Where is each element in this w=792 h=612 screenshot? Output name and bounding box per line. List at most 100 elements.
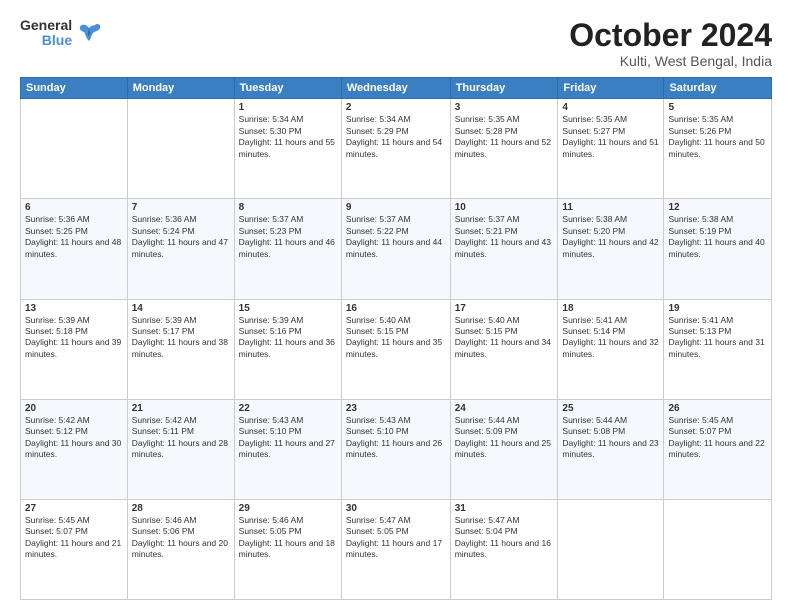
calendar-cell: 27Sunrise: 5:45 AMSunset: 5:07 PMDayligh… bbox=[21, 499, 128, 599]
cell-info: Sunset: 5:27 PM bbox=[562, 126, 659, 137]
cell-info: Sunrise: 5:39 AM bbox=[239, 315, 337, 326]
calendar-cell: 31Sunrise: 5:47 AMSunset: 5:04 PMDayligh… bbox=[450, 499, 558, 599]
calendar-cell: 1Sunrise: 5:34 AMSunset: 5:30 PMDaylight… bbox=[234, 99, 341, 199]
cell-info: Daylight: 11 hours and 28 minutes. bbox=[132, 438, 230, 461]
cell-info: Sunrise: 5:35 AM bbox=[455, 114, 554, 125]
calendar-cell: 21Sunrise: 5:42 AMSunset: 5:11 PMDayligh… bbox=[127, 399, 234, 499]
day-number: 15 bbox=[239, 303, 337, 314]
day-number: 17 bbox=[455, 303, 554, 314]
cell-info: Sunset: 5:30 PM bbox=[239, 126, 337, 137]
logo-bird-icon bbox=[75, 19, 103, 47]
cell-info: Daylight: 11 hours and 34 minutes. bbox=[455, 337, 554, 360]
cell-info: Daylight: 11 hours and 55 minutes. bbox=[239, 137, 337, 160]
day-number: 16 bbox=[346, 303, 446, 314]
calendar-cell: 15Sunrise: 5:39 AMSunset: 5:16 PMDayligh… bbox=[234, 299, 341, 399]
day-number: 20 bbox=[25, 403, 123, 414]
calendar-cell: 24Sunrise: 5:44 AMSunset: 5:09 PMDayligh… bbox=[450, 399, 558, 499]
cell-info: Daylight: 11 hours and 46 minutes. bbox=[239, 237, 337, 260]
cell-info: Sunset: 5:12 PM bbox=[25, 426, 123, 437]
cell-info: Sunset: 5:14 PM bbox=[562, 326, 659, 337]
calendar-cell: 8Sunrise: 5:37 AMSunset: 5:23 PMDaylight… bbox=[234, 199, 341, 299]
cell-info: Sunrise: 5:40 AM bbox=[346, 315, 446, 326]
calendar-cell: 6Sunrise: 5:36 AMSunset: 5:25 PMDaylight… bbox=[21, 199, 128, 299]
day-number: 27 bbox=[25, 503, 123, 514]
cell-info: Sunset: 5:10 PM bbox=[239, 426, 337, 437]
calendar-cell: 17Sunrise: 5:40 AMSunset: 5:15 PMDayligh… bbox=[450, 299, 558, 399]
cell-info: Sunrise: 5:46 AM bbox=[239, 515, 337, 526]
cell-info: Sunrise: 5:42 AM bbox=[25, 415, 123, 426]
cell-info: Sunset: 5:05 PM bbox=[346, 526, 446, 537]
cell-info: Sunset: 5:20 PM bbox=[562, 226, 659, 237]
cell-info: Daylight: 11 hours and 25 minutes. bbox=[455, 438, 554, 461]
calendar-cell: 28Sunrise: 5:46 AMSunset: 5:06 PMDayligh… bbox=[127, 499, 234, 599]
cell-info: Daylight: 11 hours and 16 minutes. bbox=[455, 538, 554, 561]
calendar-cell: 3Sunrise: 5:35 AMSunset: 5:28 PMDaylight… bbox=[450, 99, 558, 199]
cell-info: Sunset: 5:15 PM bbox=[455, 326, 554, 337]
cell-info: Daylight: 11 hours and 44 minutes. bbox=[346, 237, 446, 260]
calendar-cell: 13Sunrise: 5:39 AMSunset: 5:18 PMDayligh… bbox=[21, 299, 128, 399]
day-number: 4 bbox=[562, 102, 659, 113]
calendar-page: General Blue October 2024 Kulti, West Be… bbox=[0, 0, 792, 612]
col-friday: Friday bbox=[558, 78, 664, 99]
cell-info: Sunrise: 5:37 AM bbox=[239, 214, 337, 225]
cell-info: Sunset: 5:19 PM bbox=[668, 226, 767, 237]
cell-info: Sunset: 5:05 PM bbox=[239, 526, 337, 537]
day-number: 29 bbox=[239, 503, 337, 514]
calendar-cell bbox=[558, 499, 664, 599]
col-sunday: Sunday bbox=[21, 78, 128, 99]
location: Kulti, West Bengal, India bbox=[569, 53, 772, 69]
cell-info: Sunrise: 5:41 AM bbox=[668, 315, 767, 326]
cell-info: Sunset: 5:16 PM bbox=[239, 326, 337, 337]
header: General Blue October 2024 Kulti, West Be… bbox=[20, 18, 772, 69]
calendar-cell: 2Sunrise: 5:34 AMSunset: 5:29 PMDaylight… bbox=[341, 99, 450, 199]
cell-info: Daylight: 11 hours and 27 minutes. bbox=[239, 438, 337, 461]
day-number: 31 bbox=[455, 503, 554, 514]
col-tuesday: Tuesday bbox=[234, 78, 341, 99]
cell-info: Sunrise: 5:38 AM bbox=[562, 214, 659, 225]
cell-info: Daylight: 11 hours and 40 minutes. bbox=[668, 237, 767, 260]
col-monday: Monday bbox=[127, 78, 234, 99]
cell-info: Daylight: 11 hours and 20 minutes. bbox=[132, 538, 230, 561]
calendar-cell: 5Sunrise: 5:35 AMSunset: 5:26 PMDaylight… bbox=[664, 99, 772, 199]
week-row-1: 6Sunrise: 5:36 AMSunset: 5:25 PMDaylight… bbox=[21, 199, 772, 299]
cell-info: Sunset: 5:28 PM bbox=[455, 126, 554, 137]
cell-info: Sunset: 5:24 PM bbox=[132, 226, 230, 237]
cell-info: Daylight: 11 hours and 48 minutes. bbox=[25, 237, 123, 260]
calendar-cell: 12Sunrise: 5:38 AMSunset: 5:19 PMDayligh… bbox=[664, 199, 772, 299]
calendar-cell: 18Sunrise: 5:41 AMSunset: 5:14 PMDayligh… bbox=[558, 299, 664, 399]
cell-info: Sunset: 5:17 PM bbox=[132, 326, 230, 337]
cell-info: Sunset: 5:04 PM bbox=[455, 526, 554, 537]
header-row: Sunday Monday Tuesday Wednesday Thursday… bbox=[21, 78, 772, 99]
cell-info: Daylight: 11 hours and 51 minutes. bbox=[562, 137, 659, 160]
day-number: 22 bbox=[239, 403, 337, 414]
cell-info: Sunrise: 5:42 AM bbox=[132, 415, 230, 426]
day-number: 21 bbox=[132, 403, 230, 414]
calendar-cell bbox=[664, 499, 772, 599]
cell-info: Daylight: 11 hours and 36 minutes. bbox=[239, 337, 337, 360]
month-title: October 2024 bbox=[569, 18, 772, 53]
cell-info: Sunrise: 5:45 AM bbox=[25, 515, 123, 526]
cell-info: Sunset: 5:09 PM bbox=[455, 426, 554, 437]
cell-info: Daylight: 11 hours and 30 minutes. bbox=[25, 438, 123, 461]
cell-info: Daylight: 11 hours and 47 minutes. bbox=[132, 237, 230, 260]
cell-info: Daylight: 11 hours and 18 minutes. bbox=[239, 538, 337, 561]
day-number: 9 bbox=[346, 202, 446, 213]
cell-info: Sunset: 5:08 PM bbox=[562, 426, 659, 437]
cell-info: Daylight: 11 hours and 50 minutes. bbox=[668, 137, 767, 160]
col-wednesday: Wednesday bbox=[341, 78, 450, 99]
cell-info: Sunset: 5:07 PM bbox=[668, 426, 767, 437]
cell-info: Sunrise: 5:46 AM bbox=[132, 515, 230, 526]
calendar-cell: 19Sunrise: 5:41 AMSunset: 5:13 PMDayligh… bbox=[664, 299, 772, 399]
day-number: 18 bbox=[562, 303, 659, 314]
cell-info: Sunrise: 5:35 AM bbox=[562, 114, 659, 125]
cell-info: Sunset: 5:13 PM bbox=[668, 326, 767, 337]
cell-info: Sunrise: 5:34 AM bbox=[346, 114, 446, 125]
cell-info: Daylight: 11 hours and 39 minutes. bbox=[25, 337, 123, 360]
day-number: 26 bbox=[668, 403, 767, 414]
calendar-cell: 14Sunrise: 5:39 AMSunset: 5:17 PMDayligh… bbox=[127, 299, 234, 399]
cell-info: Daylight: 11 hours and 32 minutes. bbox=[562, 337, 659, 360]
day-number: 13 bbox=[25, 303, 123, 314]
title-section: October 2024 Kulti, West Bengal, India bbox=[569, 18, 772, 69]
col-saturday: Saturday bbox=[664, 78, 772, 99]
day-number: 1 bbox=[239, 102, 337, 113]
